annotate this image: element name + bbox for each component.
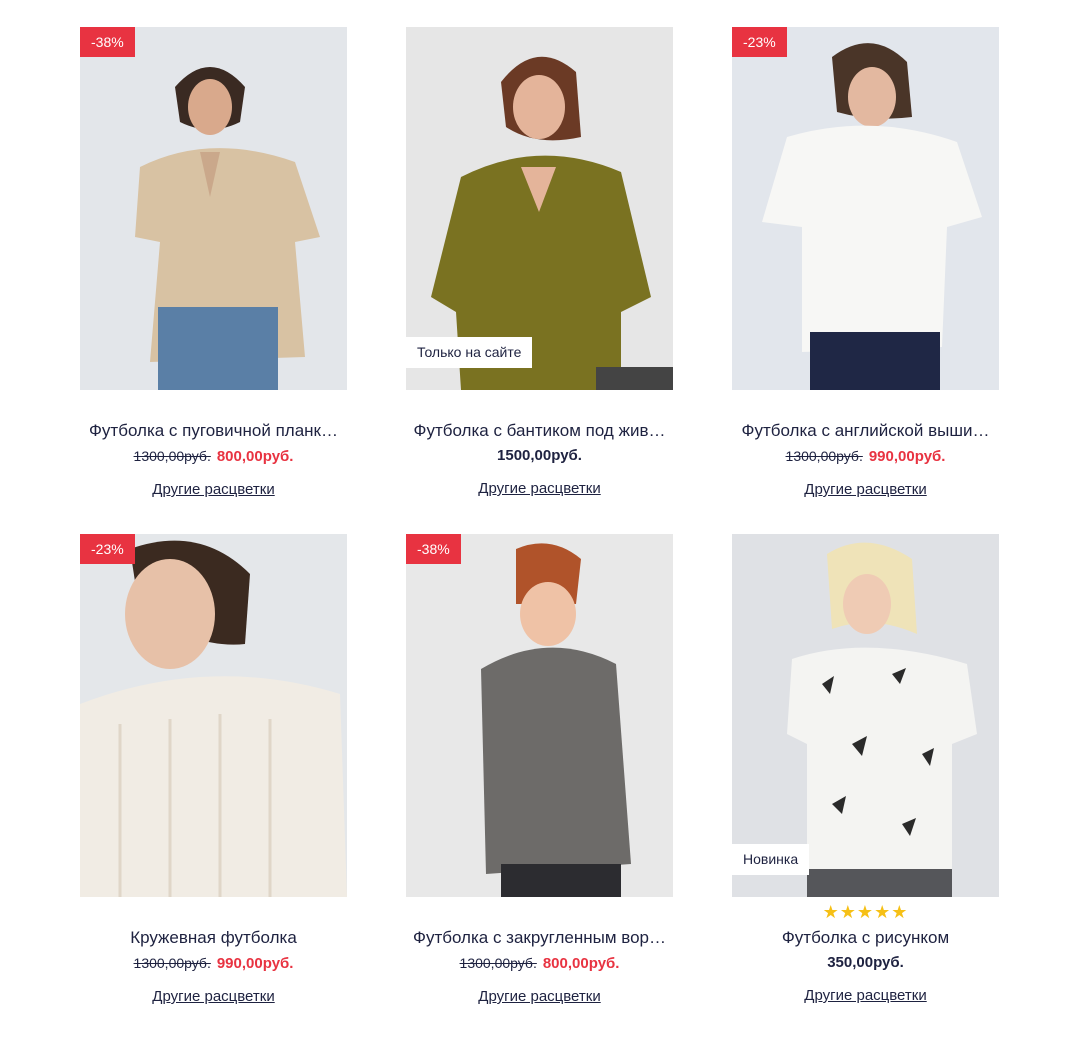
- product-card[interactable]: Новинка ★★★★★ Футболка с рисунком 350,00…: [732, 534, 999, 1041]
- product-photo: [732, 534, 999, 897]
- product-photo: [80, 534, 347, 897]
- rating-stars: [406, 897, 673, 925]
- rating-stars: [406, 390, 673, 418]
- old-price: 1300,00руб.: [459, 955, 537, 971]
- other-colors-link[interactable]: Другие расцветки: [80, 987, 347, 1007]
- product-name[interactable]: Кружевная футболка: [80, 927, 347, 949]
- discount-badge: -23%: [732, 27, 787, 57]
- price: 1500,00руб.: [497, 447, 582, 464]
- product-photo: [406, 27, 673, 390]
- rating-stars: [80, 897, 347, 925]
- product-image[interactable]: -23%: [80, 534, 347, 897]
- product-photo: [406, 534, 673, 897]
- other-colors-link[interactable]: Другие расцветки: [406, 479, 673, 499]
- product-image[interactable]: -38%: [406, 534, 673, 897]
- rating-stars: [732, 390, 999, 418]
- price-block: 1300,00руб. 990,00руб.: [80, 952, 347, 975]
- product-name[interactable]: Футболка с рисунком: [732, 927, 999, 949]
- product-card[interactable]: Только на сайте Футболка с бантиком под …: [406, 27, 673, 534]
- sale-price: 990,00руб.: [216, 955, 294, 972]
- other-colors-link[interactable]: Другие расцветки: [406, 987, 673, 1007]
- product-card[interactable]: -23% Футболка с английской выши… 1300,00…: [732, 27, 999, 534]
- product-image[interactable]: -23%: [732, 27, 999, 390]
- discount-badge: -38%: [80, 27, 135, 57]
- price-block: 1300,00руб. 800,00руб.: [80, 445, 347, 468]
- product-name[interactable]: Футболка с бантиком под жив…: [406, 420, 673, 442]
- price-block: 1300,00руб. 800,00руб.: [406, 952, 673, 975]
- price: 350,00руб.: [827, 954, 904, 971]
- old-price: 1300,00руб.: [133, 955, 211, 971]
- rating-stars: ★★★★★: [822, 902, 909, 922]
- price-block: 1300,00руб. 990,00руб.: [732, 445, 999, 468]
- price-block: 1500,00руб.: [406, 445, 673, 467]
- sale-price: 990,00руб.: [868, 448, 946, 465]
- product-name[interactable]: Футболка с английской выши…: [732, 420, 999, 442]
- rating-stars: [80, 390, 347, 418]
- product-card[interactable]: -23% Кружевная футболка 1300,00руб. 990,0…: [80, 534, 347, 1041]
- product-photo: [80, 27, 347, 390]
- price-block: 350,00руб.: [732, 952, 999, 974]
- old-price: 1300,00руб.: [785, 448, 863, 464]
- other-colors-link[interactable]: Другие расцветки: [732, 986, 999, 1006]
- other-colors-link[interactable]: Другие расцветки: [80, 480, 347, 500]
- online-only-badge: Только на сайте: [406, 337, 533, 368]
- sale-price: 800,00руб.: [216, 448, 294, 465]
- product-grid: -38% Футболка с пуговичной планк… 1300,0…: [80, 27, 1000, 1041]
- product-image[interactable]: -38%: [80, 27, 347, 390]
- product-name[interactable]: Футболка с пуговичной планк…: [80, 420, 347, 442]
- new-badge: Новинка: [732, 844, 810, 875]
- product-card[interactable]: -38% Футболка с пуговичной планк… 1300,0…: [80, 27, 347, 534]
- product-image[interactable]: Только на сайте: [406, 27, 673, 390]
- product-name[interactable]: Футболка с закругленным вор…: [406, 927, 673, 949]
- product-image[interactable]: Новинка: [732, 534, 999, 897]
- discount-badge: -23%: [80, 534, 135, 564]
- sale-price: 800,00руб.: [542, 955, 620, 972]
- other-colors-link[interactable]: Другие расцветки: [732, 480, 999, 500]
- product-card[interactable]: -38% Футболка с закругленным вор… 1300,0…: [406, 534, 673, 1041]
- product-photo: [732, 27, 999, 390]
- old-price: 1300,00руб.: [133, 448, 211, 464]
- discount-badge: -38%: [406, 534, 461, 564]
